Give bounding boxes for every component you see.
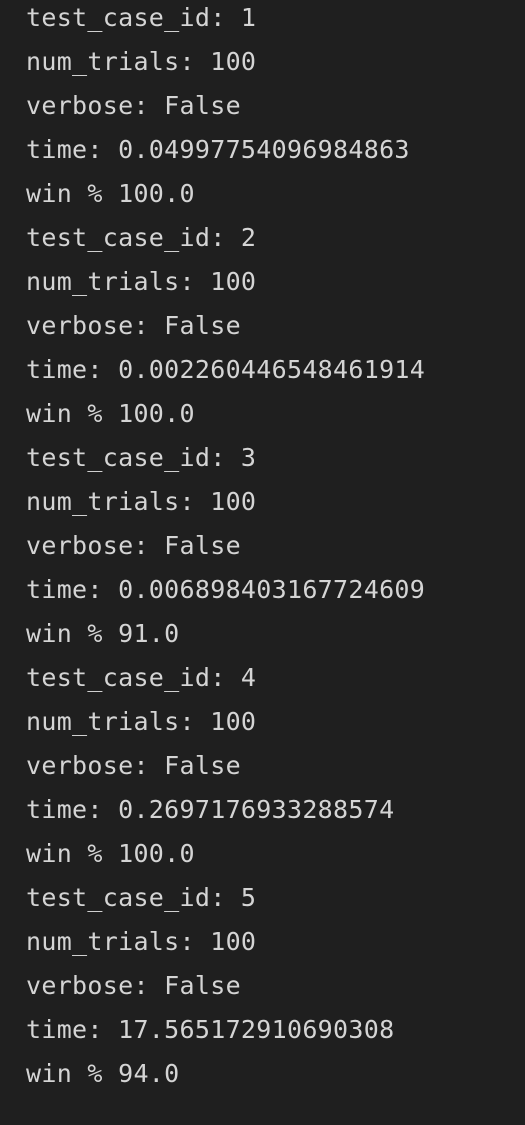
output-line: win % 100.0: [26, 399, 195, 428]
output-line: time: 0.002260446548461914: [26, 355, 426, 384]
output-line: test_case_id: 4: [26, 663, 257, 692]
terminal-output-panel: test_case_id: 1 num_trials: 100 verbose:…: [0, 0, 525, 1125]
output-line: verbose: False: [26, 971, 241, 1000]
output-line: time: 17.565172910690308: [26, 1015, 395, 1044]
output-line: verbose: False: [26, 91, 241, 120]
output-line: win % 91.0: [26, 619, 180, 648]
output-line: win % 100.0: [26, 839, 195, 868]
output-line: time: 0.006898403167724609: [26, 575, 426, 604]
output-line: test_case_id: 2: [26, 223, 257, 252]
output-line: num_trials: 100: [26, 47, 257, 76]
output-line: verbose: False: [26, 531, 241, 560]
output-line: num_trials: 100: [26, 487, 257, 516]
output-line: verbose: False: [26, 751, 241, 780]
output-line: time: 0.2697176933288574: [26, 795, 395, 824]
output-line: test_case_id: 3: [26, 443, 257, 472]
output-line: win % 94.0: [26, 1059, 180, 1088]
output-line: num_trials: 100: [26, 927, 257, 956]
output-line: num_trials: 100: [26, 707, 257, 736]
output-line: time: 0.04997754096984863: [26, 135, 410, 164]
output-line: test_case_id: 5: [26, 883, 257, 912]
output-line: win % 100.0: [26, 179, 195, 208]
output-line: num_trials: 100: [26, 267, 257, 296]
output-line: verbose: False: [26, 311, 241, 340]
output-line: test_case_id: 1: [26, 3, 257, 32]
terminal-output: test_case_id: 1 num_trials: 100 verbose:…: [26, 0, 425, 1096]
